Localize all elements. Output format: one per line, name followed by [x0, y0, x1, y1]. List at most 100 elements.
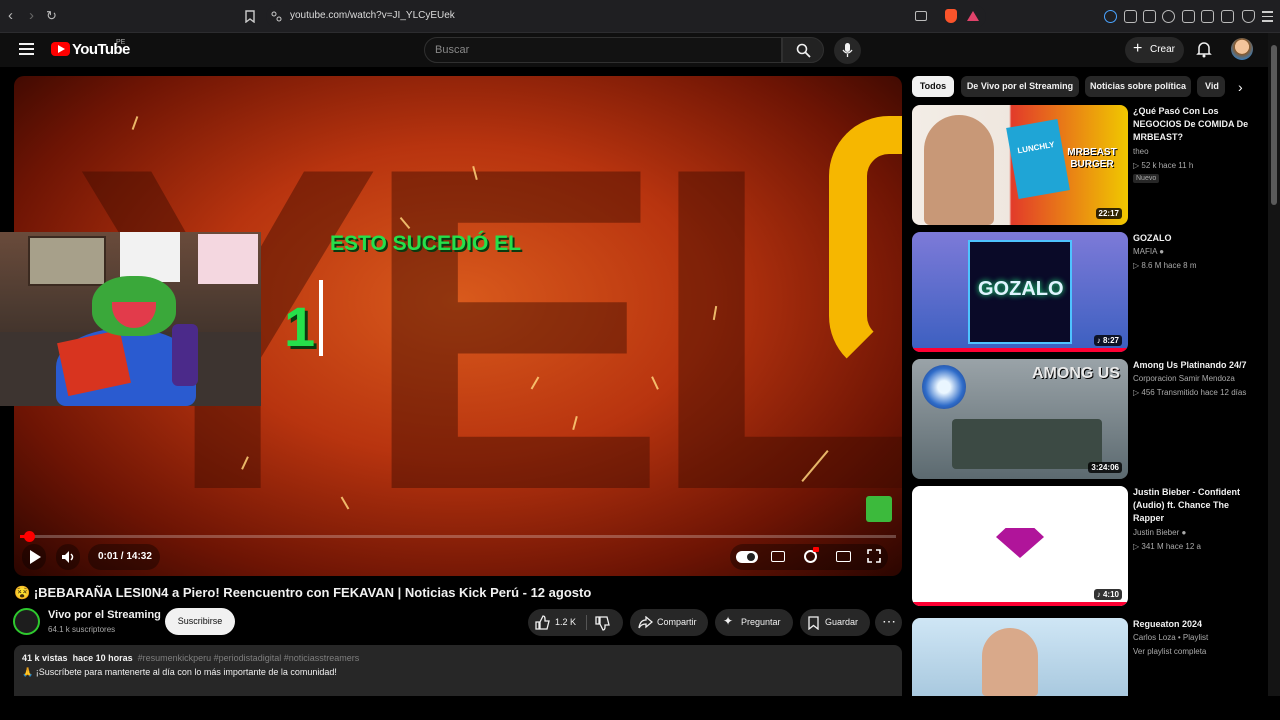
recommendation-channel[interactable]: Corporacion Samir Mendoza — [1133, 374, 1235, 383]
video-thumbnail[interactable]: GOZALO ♪ 8:27 — [912, 232, 1128, 352]
verified-icon: ● — [1159, 247, 1165, 256]
back-icon[interactable]: ‹ — [8, 8, 13, 24]
search-input[interactable]: Buscar — [424, 37, 782, 63]
subtitles-icon[interactable] — [771, 551, 785, 562]
voice-search-button[interactable] — [834, 37, 861, 64]
microphone-icon — [842, 43, 853, 57]
video-thumbnail[interactable]: AMONG US 3:24:06 — [912, 359, 1128, 479]
recommendation-channel[interactable]: Justin Bieber ● — [1133, 528, 1186, 537]
url-text[interactable]: youtube.com/watch?v=JI_YLCyEUek — [290, 10, 455, 21]
youtube-logo-icon[interactable] — [51, 42, 70, 56]
channel-avatar[interactable] — [13, 608, 40, 635]
burger-logo: MRBEAST BURGER — [1067, 147, 1117, 170]
like-icon[interactable] — [535, 615, 550, 630]
recommendation-title[interactable]: Justin Bieber - Confident (Audio) ft. Ch… — [1133, 486, 1253, 525]
playlist-title[interactable]: Regueaton 2024 — [1133, 618, 1253, 631]
video-thumbnail[interactable]: ♪ 4:10 — [912, 486, 1128, 606]
video-background-shape — [829, 116, 902, 376]
recommendation-title[interactable]: ¿Qué Pasó Con Los NEGOCIOS De COMIDA De … — [1133, 105, 1253, 144]
progress-scrubber[interactable] — [24, 531, 35, 542]
menu-icon[interactable] — [1262, 11, 1273, 22]
recommendation-item[interactable]: LUNCHLY MRBEAST BURGER 22:17 ¿Qué Pasó C… — [912, 105, 1257, 225]
verified-icon: ● — [1181, 528, 1187, 537]
channel-name[interactable]: Vivo por el Streaming — [48, 609, 161, 621]
leo-ai-icon[interactable] — [1221, 10, 1234, 23]
like-dislike-group: 1.2 K — [528, 609, 623, 636]
upload-age: hace 10 horas — [72, 653, 133, 663]
playlist-channel[interactable]: Carlos Loza • Playlist — [1133, 633, 1208, 642]
brave-rewards-icon[interactable] — [967, 11, 979, 21]
time-display: 0:01 / 14:32 — [98, 551, 152, 562]
poster-image — [120, 232, 180, 282]
recommendation-channel[interactable]: MAFIA ● — [1133, 247, 1164, 256]
title-emoji: 😵 — [14, 585, 31, 600]
guide-menu-icon[interactable] — [19, 43, 34, 55]
site-settings-icon[interactable] — [271, 11, 283, 22]
search-placeholder: Buscar — [435, 44, 470, 56]
among-us-logo: AMONG US — [1032, 365, 1120, 382]
more-actions-button[interactable]: ⋯ — [875, 609, 902, 636]
save-button[interactable]: Guardar — [800, 609, 870, 636]
play-icon[interactable] — [30, 550, 41, 564]
scrollbar-thumb[interactable] — [1271, 45, 1277, 205]
chip-videos[interactable]: Vid — [1197, 76, 1225, 97]
recommendation-channel[interactable]: theo — [1133, 147, 1149, 156]
sidebar-icon[interactable] — [1182, 10, 1195, 23]
game-scene — [952, 419, 1102, 469]
person-figure — [982, 628, 1038, 696]
create-button[interactable]: + Crear — [1125, 37, 1184, 63]
dislike-icon[interactable] — [595, 616, 610, 631]
description-text: 🙏 ¡Suscríbete para mantenerte al día con… — [22, 667, 337, 678]
chip-politics[interactable]: Noticias sobre política — [1085, 76, 1191, 97]
search-button[interactable] — [782, 37, 824, 63]
subscribe-button[interactable]: Suscribirse — [165, 608, 235, 635]
create-label: Crear — [1150, 44, 1176, 55]
save-bookmark-icon — [808, 616, 819, 630]
chip-todos[interactable]: Todos — [912, 76, 954, 97]
chevron-right-icon[interactable]: › — [1238, 79, 1243, 95]
music-icon[interactable] — [1162, 10, 1175, 23]
like-count[interactable]: 1.2 K — [555, 617, 576, 627]
volume-icon[interactable] — [61, 550, 77, 564]
share-button[interactable]: Compartir — [630, 609, 708, 636]
recommendation-item[interactable]: Regueaton 2024 Carlos Loza • Playlist Ve… — [912, 618, 1257, 696]
drink-bottle — [172, 324, 198, 386]
theater-mode-icon[interactable] — [836, 551, 851, 562]
vpn-shield-icon[interactable] — [1242, 10, 1255, 23]
forward-icon[interactable]: › — [29, 8, 34, 24]
recommendation-meta: ▷ 341 M hace 12 a — [1133, 542, 1201, 551]
extensions-icon[interactable] — [1124, 10, 1137, 23]
audio-playing-icon[interactable] — [1104, 10, 1117, 23]
notifications-bell-icon[interactable] — [1195, 40, 1213, 58]
hashtags[interactable]: #resumenkickperu #periodistadigital #not… — [138, 653, 360, 663]
autoplay-toggle[interactable] — [736, 551, 758, 563]
fullscreen-icon[interactable] — [867, 549, 881, 563]
settings-gear-icon[interactable] — [804, 547, 819, 563]
user-avatar[interactable] — [1231, 38, 1253, 60]
recommendation-title[interactable]: Among Us Platinando 24/7 — [1133, 359, 1253, 372]
recommendation-title[interactable]: GOZALO — [1133, 232, 1253, 245]
reload-icon[interactable]: ↻ — [46, 8, 57, 24]
browser-toolbar: ‹ › ↻ youtube.com/watch?v=JI_YLCyEUek — [0, 0, 1280, 33]
progress-bar[interactable] — [20, 531, 896, 542]
bookmark-icon[interactable] — [245, 10, 255, 23]
chip-channel[interactable]: De Vivo por el Streaming — [961, 76, 1079, 97]
recommendation-item[interactable]: GOZALO ♪ 8:27 GOZALO MAFIA ● ▷ 8.6 M hac… — [912, 232, 1257, 352]
video-big-number: 1 — [284, 295, 316, 358]
duration-badge: 3:24:06 — [1088, 462, 1122, 473]
cast-icon[interactable] — [915, 11, 927, 21]
share-icon — [638, 616, 653, 629]
duration-badge: 22:17 — [1095, 208, 1122, 219]
brave-shield-icon[interactable] — [945, 9, 957, 23]
download-icon[interactable] — [1143, 10, 1156, 23]
ask-button[interactable]: ✦ Preguntar — [715, 609, 793, 636]
wallet-icon[interactable] — [1201, 10, 1214, 23]
page-scrollbar[interactable] — [1268, 33, 1280, 696]
playlist-link[interactable]: Ver playlist completa — [1133, 647, 1206, 656]
channel-watermark[interactable] — [866, 496, 892, 522]
video-thumbnail[interactable]: LUNCHLY MRBEAST BURGER 22:17 — [912, 105, 1128, 225]
divider — [586, 615, 587, 630]
recommendation-item[interactable]: AMONG US 3:24:06 Among Us Platinando 24/… — [912, 359, 1257, 479]
playlist-thumbnail[interactable] — [912, 618, 1128, 696]
recommendation-item[interactable]: ♪ 4:10 Justin Bieber - Confident (Audio)… — [912, 486, 1257, 606]
